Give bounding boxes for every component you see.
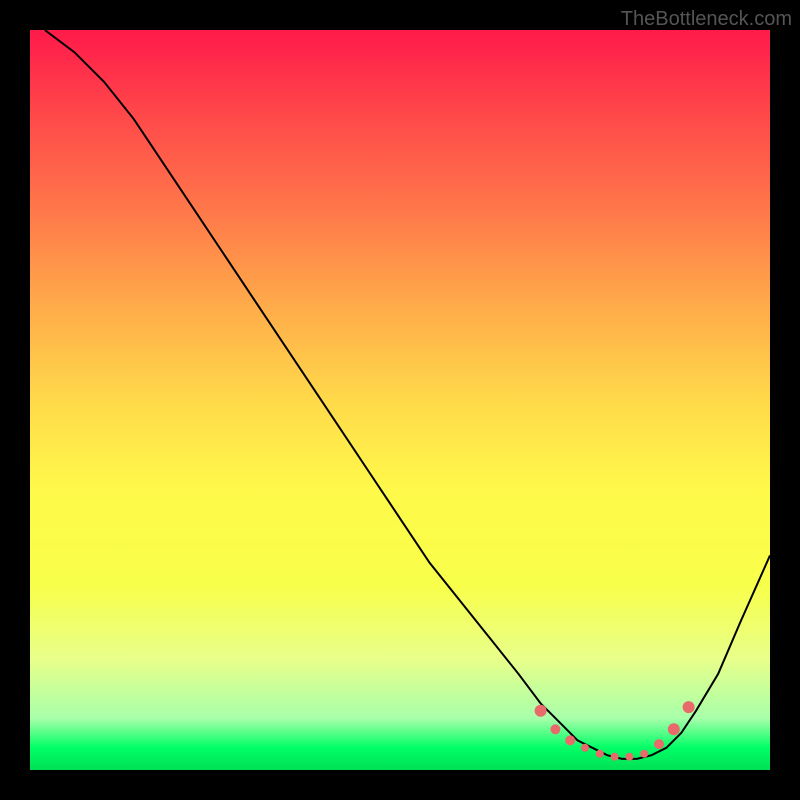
marker-dot <box>581 744 589 752</box>
chart-svg <box>30 30 770 770</box>
marker-dot <box>565 735 575 745</box>
marker-dot <box>596 750 604 758</box>
marker-dot <box>668 723 680 735</box>
bottleneck-curve <box>45 30 770 759</box>
marker-dot <box>611 753 619 761</box>
chart-plot-area <box>30 30 770 770</box>
marker-dot <box>535 705 547 717</box>
marker-dot <box>640 750 648 758</box>
marker-dot <box>654 739 664 749</box>
marker-dot <box>683 701 695 713</box>
marker-dots <box>535 701 695 761</box>
marker-dot <box>550 724 560 734</box>
watermark-text: TheBottleneck.com <box>621 8 792 31</box>
marker-dot <box>625 753 633 761</box>
